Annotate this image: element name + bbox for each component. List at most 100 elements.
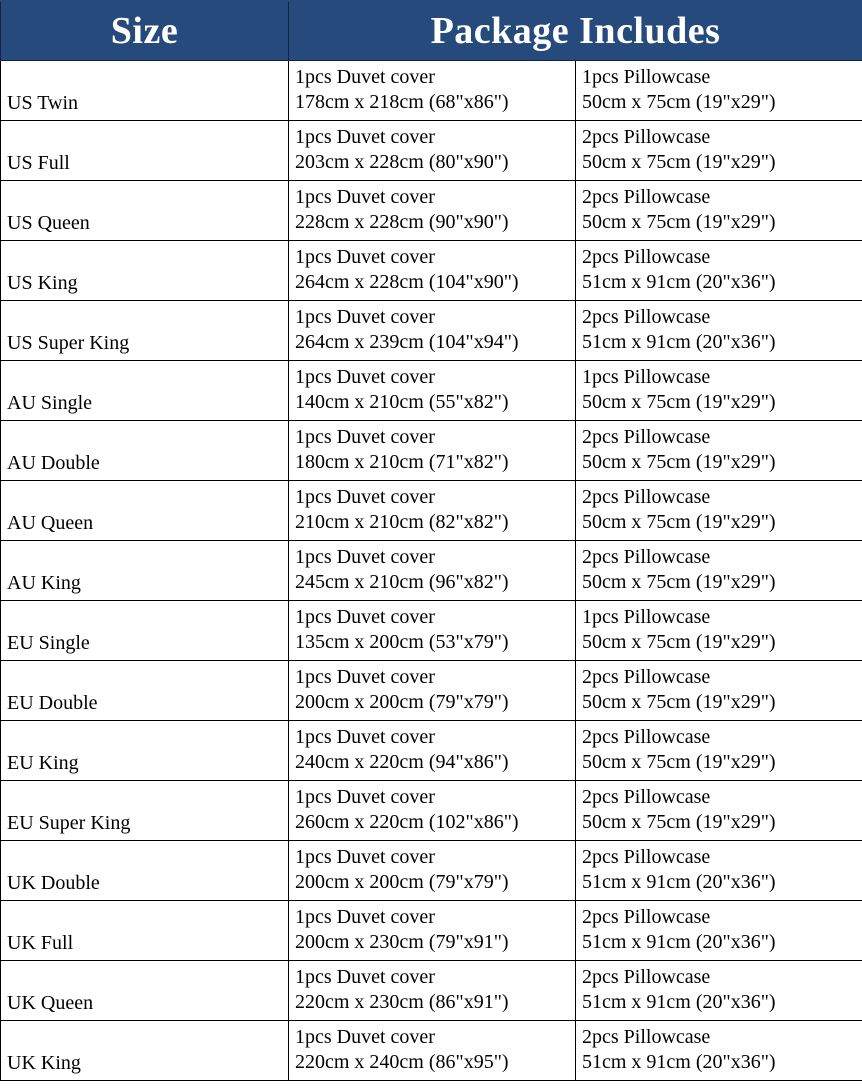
cell-pillowcase: 2pcs Pillowcase 51cm x 91cm (20"x36") <box>575 299 862 361</box>
pillowcase-label: 2pcs Pillowcase <box>582 186 711 208</box>
pillowcase-dimensions: 50cm x 75cm (19"x29") <box>582 391 776 413</box>
cell-duvet-cover: 1pcs Duvet cover 200cm x 200cm (79"x79") <box>288 659 576 721</box>
cell-size: US King <box>0 239 289 301</box>
table-row: EU Super King 1pcs Duvet cover 260cm x 220… <box>0 779 862 841</box>
pillowcase-label: 2pcs Pillowcase <box>582 246 711 268</box>
cell-size: AU King <box>0 539 289 601</box>
duvet-label: 1pcs Duvet cover <box>295 366 435 388</box>
cell-size: UK King <box>0 1019 289 1081</box>
pillowcase-label: 2pcs Pillowcase <box>582 546 711 568</box>
cell-pillowcase: 2pcs Pillowcase 50cm x 75cm (19"x29") <box>575 119 862 181</box>
duvet-label: 1pcs Duvet cover <box>295 426 435 448</box>
duvet-label: 1pcs Duvet cover <box>295 726 435 748</box>
duvet-dimensions: 203cm x 228cm (80"x90") <box>295 151 509 173</box>
size-chart-table: Size Package Includes US Twin 1pcs Duvet … <box>0 0 862 1081</box>
pillowcase-label: 2pcs Pillowcase <box>582 1026 711 1048</box>
cell-duvet-cover: 1pcs Duvet cover 220cm x 240cm (86"x95") <box>288 1019 576 1081</box>
table-row: UK King 1pcs Duvet cover 220cm x 240cm (86… <box>0 1019 862 1081</box>
duvet-dimensions: 210cm x 210cm (82"x82") <box>295 511 509 533</box>
duvet-label: 1pcs Duvet cover <box>295 66 435 88</box>
duvet-label: 1pcs Duvet cover <box>295 306 435 328</box>
pillowcase-dimensions: 51cm x 91cm (20"x36") <box>582 331 776 353</box>
duvet-label: 1pcs Duvet cover <box>295 606 435 628</box>
pillowcase-label: 2pcs Pillowcase <box>582 906 711 928</box>
cell-pillowcase: 2pcs Pillowcase 50cm x 75cm (19"x29") <box>575 419 862 481</box>
duvet-label: 1pcs Duvet cover <box>295 546 435 568</box>
cell-size: EU Single <box>0 599 289 661</box>
duvet-label: 1pcs Duvet cover <box>295 906 435 928</box>
cell-duvet-cover: 1pcs Duvet cover 240cm x 220cm (94"x86") <box>288 719 576 781</box>
pillowcase-label: 2pcs Pillowcase <box>582 426 711 448</box>
cell-duvet-cover: 1pcs Duvet cover 264cm x 239cm (104"x94") <box>288 299 576 361</box>
header-package-includes: Package Includes <box>288 0 862 61</box>
cell-size: US Twin <box>0 59 289 121</box>
table-row: UK Queen 1pcs Duvet cover 220cm x 230cm (8… <box>0 959 862 1021</box>
cell-pillowcase: 2pcs Pillowcase 50cm x 75cm (19"x29") <box>575 479 862 541</box>
cell-size: UK Full <box>0 899 289 961</box>
pillowcase-dimensions: 50cm x 75cm (19"x29") <box>582 451 776 473</box>
table-body: US Twin 1pcs Duvet cover 178cm x 218cm (68… <box>0 59 862 1081</box>
table-row: EU Double 1pcs Duvet cover 200cm x 200cm (… <box>0 659 862 721</box>
pillowcase-dimensions: 51cm x 91cm (20"x36") <box>582 871 776 893</box>
cell-size: US Super King <box>0 299 289 361</box>
cell-size: EU Super King <box>0 779 289 841</box>
cell-duvet-cover: 1pcs Duvet cover 220cm x 230cm (86"x91") <box>288 959 576 1021</box>
duvet-dimensions: 200cm x 230cm (79"x91") <box>295 931 509 953</box>
pillowcase-dimensions: 50cm x 75cm (19"x29") <box>582 811 776 833</box>
cell-duvet-cover: 1pcs Duvet cover 203cm x 228cm (80"x90") <box>288 119 576 181</box>
duvet-label: 1pcs Duvet cover <box>295 126 435 148</box>
duvet-dimensions: 264cm x 228cm (104"x90") <box>295 271 519 293</box>
table-header: Size Package Includes <box>0 0 862 61</box>
duvet-label: 1pcs Duvet cover <box>295 486 435 508</box>
cell-duvet-cover: 1pcs Duvet cover 135cm x 200cm (53"x79") <box>288 599 576 661</box>
cell-duvet-cover: 1pcs Duvet cover 200cm x 200cm (79"x79") <box>288 839 576 901</box>
pillowcase-label: 1pcs Pillowcase <box>582 366 711 388</box>
cell-duvet-cover: 1pcs Duvet cover 264cm x 228cm (104"x90") <box>288 239 576 301</box>
table-row: US King 1pcs Duvet cover 264cm x 228cm (10… <box>0 239 862 301</box>
pillowcase-label: 2pcs Pillowcase <box>582 786 711 808</box>
pillowcase-dimensions: 51cm x 91cm (20"x36") <box>582 1051 776 1073</box>
pillowcase-label: 2pcs Pillowcase <box>582 966 711 988</box>
duvet-label: 1pcs Duvet cover <box>295 786 435 808</box>
pillowcase-dimensions: 50cm x 75cm (19"x29") <box>582 511 776 533</box>
table-row: EU King 1pcs Duvet cover 240cm x 220cm (94… <box>0 719 862 781</box>
pillowcase-dimensions: 50cm x 75cm (19"x29") <box>582 211 776 233</box>
pillowcase-dimensions: 51cm x 91cm (20"x36") <box>582 271 776 293</box>
cell-size: AU Queen <box>0 479 289 541</box>
table-row: US Twin 1pcs Duvet cover 178cm x 218cm (68… <box>0 59 862 121</box>
pillowcase-label: 2pcs Pillowcase <box>582 306 711 328</box>
cell-pillowcase: 2pcs Pillowcase 51cm x 91cm (20"x36") <box>575 959 862 1021</box>
cell-pillowcase: 1pcs Pillowcase 50cm x 75cm (19"x29") <box>575 599 862 661</box>
cell-size: US Full <box>0 119 289 181</box>
duvet-dimensions: 220cm x 230cm (86"x91") <box>295 991 509 1013</box>
cell-duvet-cover: 1pcs Duvet cover 210cm x 210cm (82"x82") <box>288 479 576 541</box>
duvet-dimensions: 240cm x 220cm (94"x86") <box>295 751 509 773</box>
duvet-dimensions: 228cm x 228cm (90"x90") <box>295 211 509 233</box>
table-row: EU Single 1pcs Duvet cover 135cm x 200cm (… <box>0 599 862 661</box>
pillowcase-dimensions: 50cm x 75cm (19"x29") <box>582 691 776 713</box>
table-row: AU Double 1pcs Duvet cover 180cm x 210cm (… <box>0 419 862 481</box>
table-row: US Super King 1pcs Duvet cover 264cm x 239… <box>0 299 862 361</box>
table-row: AU Single 1pcs Duvet cover 140cm x 210cm (… <box>0 359 862 421</box>
duvet-dimensions: 140cm x 210cm (55"x82") <box>295 391 509 413</box>
table-row: US Full 1pcs Duvet cover 203cm x 228cm (80… <box>0 119 862 181</box>
cell-pillowcase: 2pcs Pillowcase 50cm x 75cm (19"x29") <box>575 539 862 601</box>
cell-duvet-cover: 1pcs Duvet cover 260cm x 220cm (102"x86") <box>288 779 576 841</box>
cell-pillowcase: 2pcs Pillowcase 50cm x 75cm (19"x29") <box>575 779 862 841</box>
cell-pillowcase: 1pcs Pillowcase 50cm x 75cm (19"x29") <box>575 59 862 121</box>
duvet-dimensions: 200cm x 200cm (79"x79") <box>295 691 509 713</box>
pillowcase-label: 2pcs Pillowcase <box>582 726 711 748</box>
cell-pillowcase: 2pcs Pillowcase 50cm x 75cm (19"x29") <box>575 719 862 781</box>
duvet-dimensions: 220cm x 240cm (86"x95") <box>295 1051 509 1073</box>
pillowcase-label: 2pcs Pillowcase <box>582 846 711 868</box>
duvet-dimensions: 245cm x 210cm (96"x82") <box>295 571 509 593</box>
cell-pillowcase: 2pcs Pillowcase 51cm x 91cm (20"x36") <box>575 899 862 961</box>
table-row: AU Queen 1pcs Duvet cover 210cm x 210cm (8… <box>0 479 862 541</box>
table-row: US Queen 1pcs Duvet cover 228cm x 228cm (9… <box>0 179 862 241</box>
pillowcase-label: 2pcs Pillowcase <box>582 486 711 508</box>
cell-size: AU Double <box>0 419 289 481</box>
pillowcase-label: 2pcs Pillowcase <box>582 126 711 148</box>
cell-size: UK Queen <box>0 959 289 1021</box>
duvet-label: 1pcs Duvet cover <box>295 186 435 208</box>
pillowcase-dimensions: 51cm x 91cm (20"x36") <box>582 931 776 953</box>
